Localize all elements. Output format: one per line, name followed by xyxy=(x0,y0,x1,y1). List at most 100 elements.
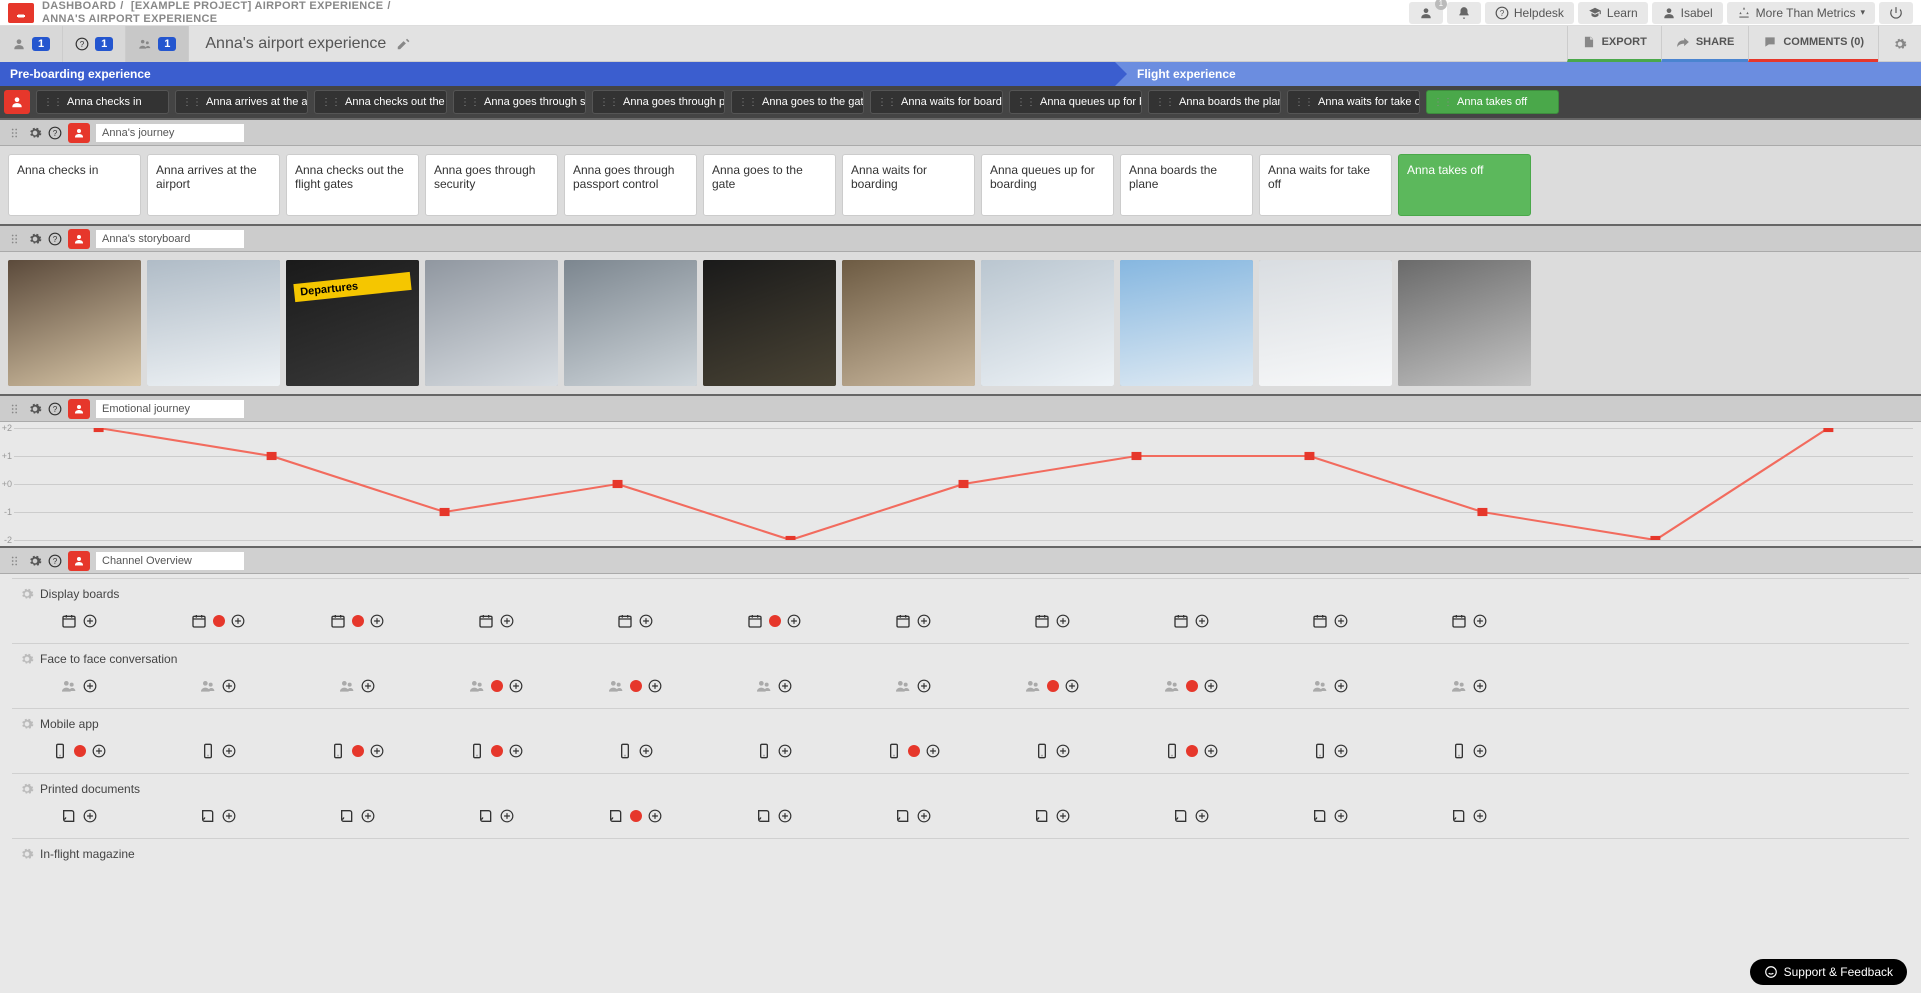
channel-cell[interactable] xyxy=(846,672,979,700)
channel-cell[interactable] xyxy=(1263,672,1396,700)
journey-card[interactable]: Anna takes off xyxy=(1398,154,1531,216)
channel-cell[interactable] xyxy=(568,607,701,635)
channel-cell[interactable] xyxy=(707,802,840,830)
lane-persona-icon[interactable] xyxy=(68,229,90,249)
breadcrumb-map[interactable]: ANNA'S AIRPORT EXPERIENCE xyxy=(42,13,217,25)
channel-title[interactable]: Mobile app xyxy=(12,713,1909,735)
lane-title-input-channels[interactable] xyxy=(96,552,244,570)
helpdesk-button[interactable]: Helpdesk xyxy=(1485,2,1574,24)
channel-cell[interactable] xyxy=(151,737,284,765)
view-filter-button[interactable]: 1 xyxy=(63,26,126,62)
channel-cell[interactable] xyxy=(151,802,284,830)
phase-flight[interactable]: Flight experience xyxy=(1115,62,1921,86)
support-feedback-button[interactable]: Support & Feedback xyxy=(1750,959,1907,985)
journey-card[interactable]: Anna goes to the gate xyxy=(703,154,836,216)
step-chip[interactable]: ⋮⋮Anna checks out the fli... xyxy=(314,90,447,114)
channel-cell[interactable] xyxy=(985,737,1118,765)
channel-cell[interactable] xyxy=(1402,607,1535,635)
channel-cell[interactable] xyxy=(12,672,145,700)
journey-card[interactable]: Anna arrives at the airport xyxy=(147,154,280,216)
emotional-journey-chart[interactable]: +2+1+0-1-2 xyxy=(0,422,1921,546)
channel-cell[interactable] xyxy=(846,737,979,765)
lane-persona-icon[interactable] xyxy=(68,123,90,143)
channel-cell[interactable] xyxy=(290,737,423,765)
channel-cell[interactable] xyxy=(1124,672,1257,700)
channel-cell[interactable] xyxy=(151,672,284,700)
channel-cell[interactable] xyxy=(12,737,145,765)
step-chip[interactable]: ⋮⋮Anna checks in xyxy=(36,90,169,114)
lane-settings-icon[interactable] xyxy=(28,232,42,246)
channel-cell[interactable] xyxy=(429,607,562,635)
storyboard-image[interactable] xyxy=(1259,260,1392,386)
journey-card[interactable]: Anna boards the plane xyxy=(1120,154,1253,216)
step-chip[interactable]: ⋮⋮Anna goes through sec... xyxy=(453,90,586,114)
phase-preboarding[interactable]: Pre-boarding experience xyxy=(0,62,1115,86)
lane-help-icon[interactable] xyxy=(48,232,62,246)
step-chip[interactable]: ⋮⋮Anna takes off xyxy=(1426,90,1559,114)
channel-cell[interactable] xyxy=(429,737,562,765)
brand-logo[interactable] xyxy=(8,3,34,23)
notifications-button[interactable] xyxy=(1447,2,1481,24)
channel-title[interactable]: Display boards xyxy=(12,583,1909,605)
lane-settings-icon[interactable] xyxy=(28,126,42,140)
channel-cell[interactable] xyxy=(1124,737,1257,765)
lane-help-icon[interactable] xyxy=(48,126,62,140)
storyboard-image[interactable] xyxy=(981,260,1114,386)
channel-cell[interactable] xyxy=(985,607,1118,635)
channel-cell[interactable] xyxy=(707,607,840,635)
lane-title-input-emotional[interactable] xyxy=(96,400,244,418)
channel-cell[interactable] xyxy=(1402,802,1535,830)
channel-cell[interactable] xyxy=(1263,802,1396,830)
step-chip[interactable]: ⋮⋮Anna goes through pa... xyxy=(592,90,725,114)
user-name-button[interactable]: Isabel xyxy=(1652,2,1723,24)
journey-card[interactable]: Anna checks in xyxy=(8,154,141,216)
logout-button[interactable] xyxy=(1879,2,1913,24)
step-chip[interactable]: ⋮⋮Anna waits for boarding xyxy=(870,90,1003,114)
channel-cell[interactable] xyxy=(12,607,145,635)
channel-cell[interactable] xyxy=(290,672,423,700)
journey-card[interactable]: Anna queues up for boarding xyxy=(981,154,1114,216)
journey-card[interactable]: Anna goes through passport control xyxy=(564,154,697,216)
storyboard-image[interactable] xyxy=(1120,260,1253,386)
drag-handle-icon[interactable] xyxy=(8,232,22,246)
step-chip[interactable]: ⋮⋮Anna arrives at the air... xyxy=(175,90,308,114)
persona-filter-button[interactable]: 1 xyxy=(0,26,63,62)
storyboard-image[interactable] xyxy=(564,260,697,386)
comments-button[interactable]: COMMENTS (0) xyxy=(1748,26,1878,62)
lane-persona-icon[interactable] xyxy=(68,399,90,419)
channel-cell[interactable] xyxy=(846,607,979,635)
channel-title[interactable]: In-flight magazine xyxy=(12,843,1909,865)
drag-handle-icon[interactable] xyxy=(8,402,22,416)
channel-cell[interactable] xyxy=(846,802,979,830)
journey-card[interactable]: Anna waits for take off xyxy=(1259,154,1392,216)
export-button[interactable]: EXPORT xyxy=(1567,26,1661,62)
share-button[interactable]: SHARE xyxy=(1661,26,1749,62)
org-selector[interactable]: More Than Metrics▾ xyxy=(1727,2,1875,24)
step-chip[interactable]: ⋮⋮Anna queues up for bo... xyxy=(1009,90,1142,114)
storyboard-image[interactable] xyxy=(1398,260,1531,386)
channel-cell[interactable] xyxy=(290,802,423,830)
channel-cell[interactable] xyxy=(429,802,562,830)
storyboard-image[interactable] xyxy=(286,260,419,386)
lane-title-input-storyboard[interactable] xyxy=(96,230,244,248)
channel-cell[interactable] xyxy=(290,607,423,635)
user-menu-button[interactable]: 1 xyxy=(1409,2,1443,24)
channel-cell[interactable] xyxy=(151,607,284,635)
lane-persona-icon[interactable] xyxy=(68,551,90,571)
channel-cell[interactable] xyxy=(568,672,701,700)
breadcrumb-dashboard[interactable]: DASHBOARD xyxy=(42,0,116,12)
learn-button[interactable]: Learn xyxy=(1578,2,1648,24)
channel-cell[interactable] xyxy=(707,672,840,700)
lane-title-input-journey[interactable] xyxy=(96,124,244,142)
step-chip[interactable]: ⋮⋮Anna goes to the gate xyxy=(731,90,864,114)
step-chip[interactable]: ⋮⋮Anna boards the plane xyxy=(1148,90,1281,114)
channel-cell[interactable] xyxy=(568,802,701,830)
lane-help-icon[interactable] xyxy=(48,554,62,568)
channel-cell[interactable] xyxy=(12,802,145,830)
lane-settings-icon[interactable] xyxy=(28,554,42,568)
channel-cell[interactable] xyxy=(1263,607,1396,635)
channel-cell[interactable] xyxy=(985,802,1118,830)
channel-cell[interactable] xyxy=(985,672,1118,700)
breadcrumb-project[interactable]: [EXAMPLE PROJECT] AIRPORT EXPERIENCE xyxy=(131,0,383,12)
channel-cell[interactable] xyxy=(1124,802,1257,830)
